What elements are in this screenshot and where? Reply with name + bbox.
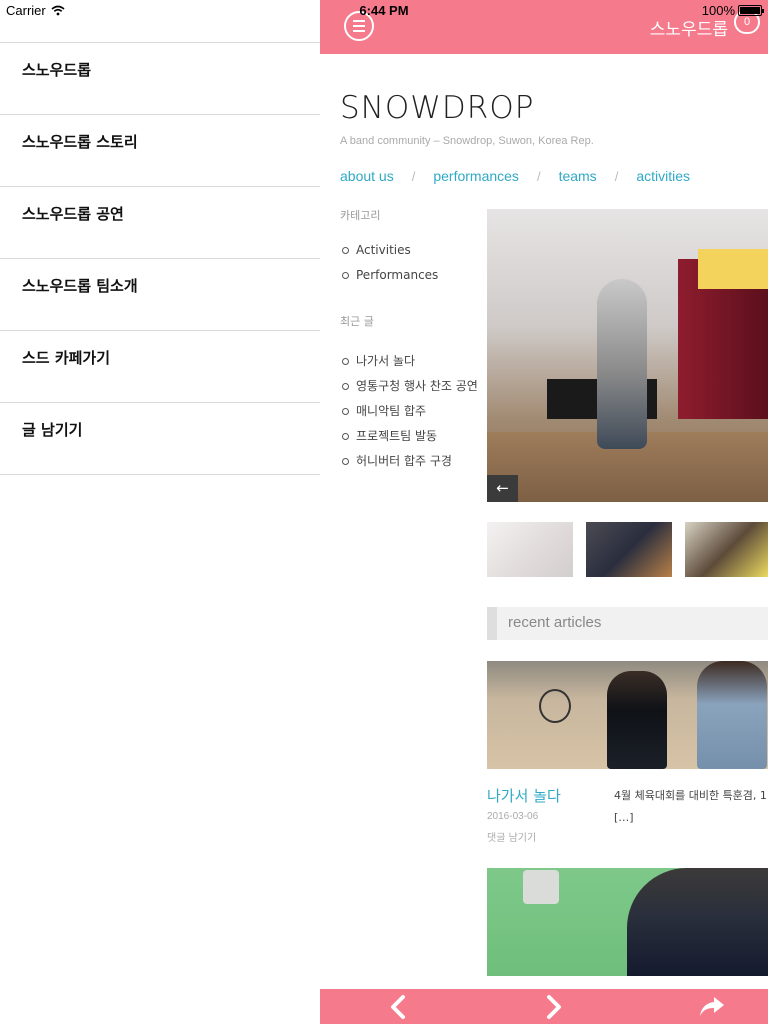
- status-bar: Carrier 6:44 PM 100%: [0, 0, 768, 20]
- recent-post-link[interactable]: 허니버터 합주 구경: [340, 449, 480, 474]
- nav-separator: /: [411, 168, 416, 184]
- recent-post-link[interactable]: 영통구청 행사 찬조 공연: [340, 374, 480, 399]
- performer-figure: [597, 279, 647, 449]
- site-title[interactable]: SNOWDROP: [340, 90, 534, 126]
- categories-title: 카테고리: [340, 209, 381, 222]
- side-menu-item-teams[interactable]: 스노우드롭 팀소개: [0, 259, 320, 331]
- article-title[interactable]: 나가서 놀다: [487, 785, 561, 806]
- battery-percent: 100%: [701, 3, 735, 18]
- sidebar-widget: 카테고리 Activities Performances 최근 글 나가서 놀다…: [340, 207, 480, 474]
- article-image[interactable]: [487, 868, 768, 976]
- side-menu-list: 스노우드롭 스노우드롭 스토리 스노우드롭 공연 스노우드롭 팀소개 스드 카페…: [0, 42, 320, 475]
- categories-list: Activities Performances: [340, 243, 480, 283]
- racket-shape: [539, 689, 571, 723]
- side-menu: 스노우드롭 스노우드롭 스토리 스노우드롭 공연 스노우드롭 팀소개 스드 카페…: [0, 0, 320, 1024]
- side-menu-item-story[interactable]: 스노우드롭 스토리: [0, 115, 320, 187]
- recent-posts-title: 최근 글: [340, 315, 374, 328]
- person-figure: [607, 671, 667, 769]
- excerpt-more[interactable]: […]: [614, 807, 768, 829]
- nav-tab-teams[interactable]: teams: [559, 168, 597, 184]
- nav-tab-activities[interactable]: activities: [636, 168, 690, 184]
- person-figure: [627, 868, 768, 976]
- category-link[interactable]: Activities: [340, 243, 480, 258]
- excerpt-line: 4월 체육대회를 대비한 특훈겸, 1: [614, 789, 767, 802]
- stage-banner: [698, 249, 768, 289]
- recent-articles-header: recent articles: [487, 607, 768, 640]
- hero-slider-image[interactable]: ←: [487, 209, 768, 502]
- bottom-toolbar: [320, 989, 768, 1024]
- article-comment-link[interactable]: 댓글 남기기: [487, 829, 536, 844]
- battery-icon: [738, 5, 764, 16]
- chevron-left-icon: [391, 994, 405, 1019]
- category-link[interactable]: Performances: [340, 268, 480, 283]
- slider-thumbnail[interactable]: [586, 522, 672, 577]
- site-tagline: A band community – Snowdrop, Suwon, Kore…: [340, 135, 594, 147]
- nav-tab-about-us[interactable]: about us: [340, 168, 394, 184]
- wall-fan: [523, 870, 559, 904]
- side-menu-item-home[interactable]: 스노우드롭: [0, 43, 320, 115]
- slider-thumbnail[interactable]: [685, 522, 768, 577]
- battery-indicator: 100%: [701, 3, 764, 18]
- recent-post-link[interactable]: 매니악팀 합주: [340, 399, 480, 424]
- nav-tab-performances[interactable]: performances: [433, 168, 519, 184]
- back-button[interactable]: [368, 989, 428, 1024]
- status-time: 6:44 PM: [359, 3, 409, 18]
- recent-post-link[interactable]: 나가서 놀다: [340, 349, 480, 374]
- slider-thumbnail[interactable]: [487, 522, 573, 577]
- nav-separator: /: [614, 168, 619, 184]
- share-arrow-icon: [700, 996, 724, 1016]
- forward-button[interactable]: [524, 989, 584, 1024]
- nav-tabs: about us / performances / teams / activi…: [340, 168, 690, 184]
- recent-posts-list: 나가서 놀다 영통구청 행사 찬조 공연 매니악팀 합주 프로젝트팀 발동 허니…: [340, 349, 480, 474]
- recent-post-link[interactable]: 프로젝트팀 발동: [340, 424, 480, 449]
- article-excerpt: 4월 체육대회를 대비한 특훈겸, 1 […]: [614, 785, 768, 829]
- nav-separator: /: [536, 168, 541, 184]
- article-image[interactable]: [487, 661, 768, 769]
- side-menu-item-cafe[interactable]: 스드 카페가기: [0, 331, 320, 403]
- side-menu-item-performances[interactable]: 스노우드롭 공연: [0, 187, 320, 259]
- main-panel: 스노우드롭 0 SNOWDROP A band community – Snow…: [320, 0, 768, 1024]
- slider-prev-button[interactable]: ←: [487, 475, 518, 502]
- side-menu-item-write-post[interactable]: 글 남기기: [0, 403, 320, 475]
- share-button[interactable]: [682, 989, 742, 1024]
- person-figure: [697, 661, 767, 769]
- chevron-right-icon: [547, 994, 561, 1019]
- article-date: 2016-03-06: [487, 811, 539, 822]
